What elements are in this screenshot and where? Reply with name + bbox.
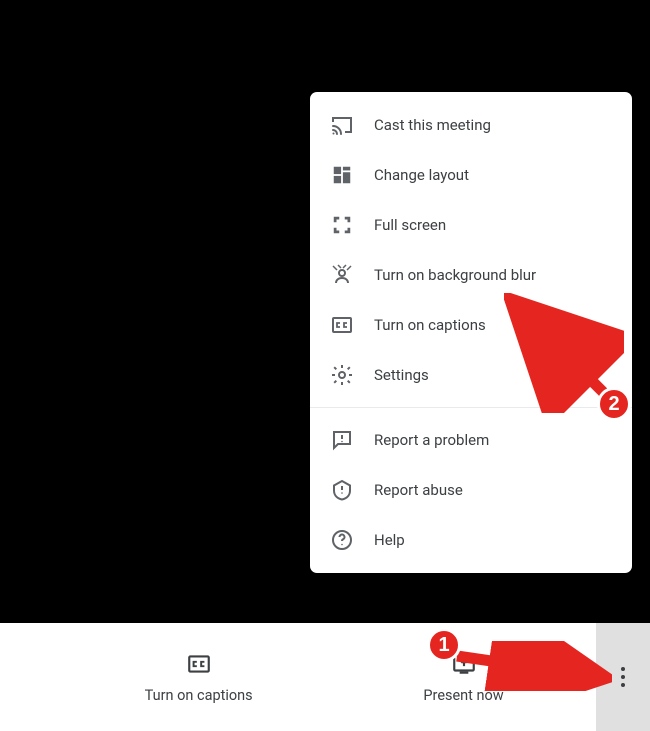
turn-on-captions-button[interactable]: Turn on captions (66, 623, 331, 731)
menu-item-label: Cast this meeting (374, 116, 491, 134)
callout-arrow-1 (452, 641, 612, 691)
menu-item-report-problem[interactable]: Report a problem (310, 415, 632, 465)
menu-item-label: Settings (374, 366, 429, 384)
help-icon (330, 528, 354, 552)
menu-item-label: Report a problem (374, 431, 489, 449)
captions-icon (330, 313, 354, 337)
menu-item-label: Full screen (374, 216, 446, 234)
captions-icon (186, 651, 212, 677)
spacer (0, 623, 66, 731)
menu-item-label: Turn on captions (374, 316, 486, 334)
menu-item-cast[interactable]: Cast this meeting (310, 100, 632, 150)
person-blur-icon (330, 263, 354, 287)
menu-item-help[interactable]: Help (310, 515, 632, 565)
more-vertical-icon (621, 667, 625, 687)
feedback-icon (330, 428, 354, 452)
callout-badge-2: 2 (597, 387, 631, 421)
menu-item-label: Help (374, 531, 405, 549)
menu-item-change-layout[interactable]: Change layout (310, 150, 632, 200)
report-abuse-icon (330, 478, 354, 502)
gear-icon (330, 363, 354, 387)
fullscreen-icon (330, 213, 354, 237)
cast-icon (330, 113, 354, 137)
menu-item-label: Turn on background blur (374, 266, 536, 284)
menu-item-label: Report abuse (374, 481, 463, 499)
menu-item-label: Change layout (374, 166, 469, 184)
control-label: Turn on captions (145, 687, 253, 704)
menu-item-fullscreen[interactable]: Full screen (310, 200, 632, 250)
callout-badge-1: 1 (427, 628, 461, 662)
menu-item-report-abuse[interactable]: Report abuse (310, 465, 632, 515)
layout-icon (330, 163, 354, 187)
